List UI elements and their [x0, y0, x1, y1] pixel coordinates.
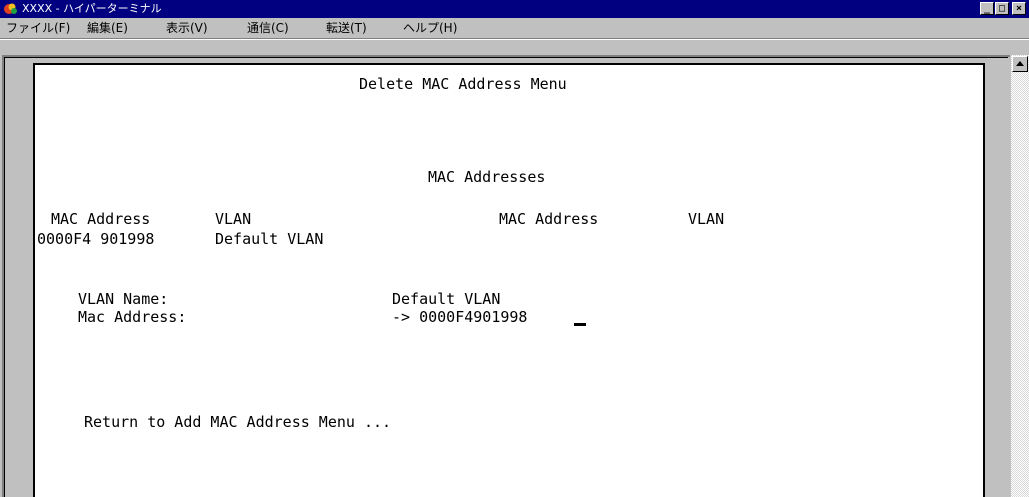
- close-icon: ×: [1015, 3, 1023, 14]
- arrow-up-icon: [1016, 61, 1024, 66]
- menu-edit[interactable]: 編集(E): [87, 21, 128, 35]
- maximize-icon: □: [998, 3, 1006, 14]
- column-header-vlan-2: VLAN: [688, 210, 725, 228]
- vertical-scrollbar[interactable]: [1011, 55, 1029, 497]
- menu-bar: ファイル(F) 編集(E) 表示(V) 通信(C) 転送(T) ヘルプ(H): [0, 18, 1029, 39]
- mac-address-input[interactable]: -> 0000F4901998: [392, 308, 527, 326]
- table-row-vlan: Default VLAN: [215, 230, 324, 248]
- menu-help[interactable]: ヘルプ(H): [403, 21, 457, 35]
- table-row-mac: 0000F4 901998: [37, 230, 155, 248]
- menu-file[interactable]: ファイル(F): [6, 21, 70, 35]
- title-bar[interactable]: XXXX - ハイパーターミナル _ □ ×: [0, 0, 1029, 18]
- menu-communication[interactable]: 通信(C): [247, 21, 289, 35]
- menu-view[interactable]: 表示(V): [166, 21, 208, 35]
- hyperterminal-icon: [4, 3, 17, 14]
- mac-address-label: Mac Address:: [78, 308, 187, 326]
- menu-transfer[interactable]: 転送(T): [326, 21, 367, 35]
- minimize-button[interactable]: _: [980, 2, 994, 15]
- window-title: XXXX - ハイパーターミナル: [22, 2, 162, 15]
- column-header-mac-1: MAC Address: [51, 210, 151, 228]
- column-header-vlan-1: VLAN: [215, 210, 252, 228]
- column-header-mac-2: MAC Address: [499, 210, 599, 228]
- section-title: MAC Addresses: [428, 168, 546, 186]
- menu-separator: [0, 39, 1029, 40]
- minimize-icon: _: [983, 3, 991, 14]
- scroll-up-button[interactable]: [1012, 56, 1028, 72]
- close-button[interactable]: ×: [1012, 2, 1026, 15]
- vlan-name-value: Default VLAN: [392, 290, 501, 308]
- maximize-button[interactable]: □: [995, 2, 1009, 15]
- terminal-screen[interactable]: Delete MAC Address Menu MAC Addresses MA…: [33, 63, 985, 497]
- text-cursor: [574, 323, 586, 326]
- menu-title: Delete MAC Address Menu: [359, 75, 567, 93]
- return-menu-option[interactable]: Return to Add MAC Address Menu ...: [84, 413, 391, 431]
- vlan-name-label: VLAN Name:: [78, 290, 169, 308]
